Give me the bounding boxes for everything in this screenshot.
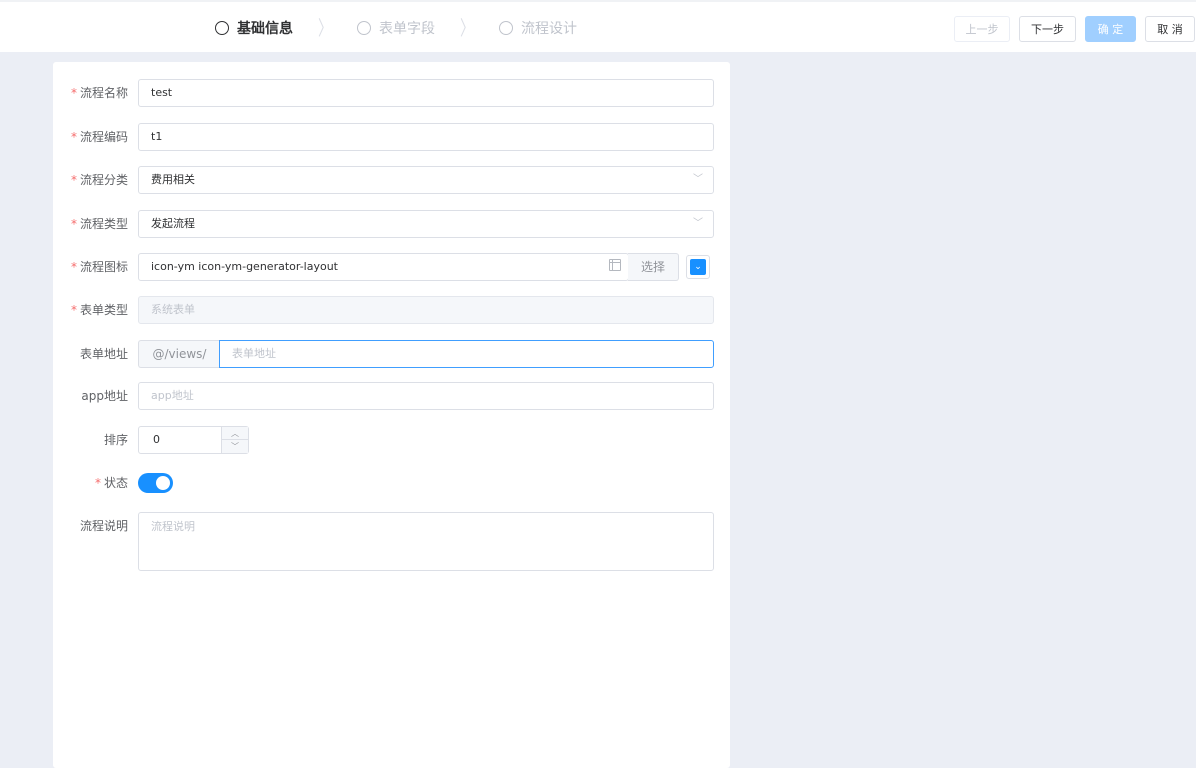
address-prefix: @/views/ — [138, 340, 220, 368]
sort-stepper[interactable]: 0 ︿ ﹀ — [138, 426, 249, 454]
form-panel: * 流程名称 test * 流程编码 t1 * 流程分类 费用相关 ﹀ * 流程类型 发… — [53, 62, 730, 768]
color-picker[interactable]: ⌄ — [686, 255, 710, 279]
top-toolbar: 基础信息 〉 表单字段 〉 流程设计 上一步 下一步 确 定 取 消 — [0, 0, 1196, 52]
steps-indicator: 基础信息 〉 表单字段 〉 流程设计 — [215, 17, 577, 39]
step-label: 流程设计 — [521, 21, 577, 37]
required-marker: * — [70, 217, 77, 231]
required-marker: * — [70, 173, 77, 187]
increase-icon[interactable]: ︿ — [222, 427, 248, 440]
app-address-input[interactable]: app地址 — [138, 382, 714, 410]
form-row-form-address: 表单地址 @/views/ 表单地址 — [53, 340, 730, 368]
field-label: * 流程图标 — [70, 260, 128, 274]
icon-picker-icon — [609, 259, 621, 271]
field-label: * 流程分类 — [70, 173, 128, 187]
form-row-description: 流程说明 流程说明 — [53, 512, 730, 571]
flow-type-select[interactable]: 发起流程 ﹀ — [138, 210, 714, 238]
form-row-sort: 排序 0 ︿ ﹀ — [53, 426, 730, 454]
description-textarea[interactable]: 流程说明 — [138, 512, 714, 571]
stepper-controls: ︿ ﹀ — [221, 427, 248, 453]
flow-icon-input[interactable]: icon-ym icon-ym-generator-layout — [138, 253, 629, 281]
required-marker: * — [70, 260, 77, 274]
form-row-type: * 流程类型 发起流程 ﹀ — [53, 210, 730, 238]
toggle-knob — [156, 476, 170, 490]
form-row-name: * 流程名称 test — [53, 79, 730, 107]
field-label: 排序 — [103, 433, 128, 447]
field-label: 表单地址 — [79, 347, 128, 361]
step-label: 基础信息 — [237, 21, 293, 37]
form-row-form-type: * 表单类型 系统表单 — [53, 296, 730, 324]
step-label: 表单字段 — [379, 21, 435, 37]
confirm-button[interactable]: 确 定 — [1085, 16, 1136, 42]
step-circle-icon — [357, 21, 371, 35]
step-flow-design[interactable]: 流程设计 — [499, 18, 577, 38]
select-value: 费用相关 — [151, 173, 195, 186]
prev-step-button[interactable]: 上一步 — [954, 16, 1010, 42]
form-row-category: * 流程分类 费用相关 ﹀ — [53, 166, 730, 194]
stepper-value: 0 — [153, 433, 160, 446]
field-label: * 表单类型 — [70, 303, 128, 317]
flow-name-input[interactable]: test — [138, 79, 714, 107]
decrease-icon[interactable]: ﹀ — [222, 440, 248, 453]
form-row-code: * 流程编码 t1 — [53, 123, 730, 151]
chevron-right-icon: 〉 — [318, 16, 332, 40]
form-row-icon: * 流程图标 icon-ym icon-ym-generator-layout 选… — [53, 253, 730, 281]
form-address-input[interactable]: 表单地址 — [219, 340, 714, 368]
form-type-input: 系统表单 — [138, 296, 714, 324]
chevron-right-icon: 〉 — [460, 16, 474, 40]
flow-code-input[interactable]: t1 — [138, 123, 714, 151]
step-form-fields[interactable]: 表单字段 — [357, 18, 435, 38]
step-circle-icon — [215, 21, 229, 35]
field-label: app地址 — [81, 389, 128, 403]
select-value: 发起流程 — [151, 217, 195, 230]
step-basic-info[interactable]: 基础信息 — [215, 18, 293, 38]
form-row-app-address: app地址 app地址 — [53, 382, 730, 410]
chevron-down-icon: ﹀ — [693, 218, 703, 229]
field-label: * 流程类型 — [70, 217, 128, 231]
status-toggle[interactable] — [138, 473, 173, 493]
required-marker: * — [94, 476, 101, 490]
required-marker: * — [70, 303, 77, 317]
next-step-button[interactable]: 下一步 — [1019, 16, 1076, 42]
icon-select-button[interactable]: 选择 — [628, 253, 679, 281]
field-label: * 流程名称 — [70, 86, 128, 100]
flow-category-select[interactable]: 费用相关 ﹀ — [138, 166, 714, 194]
field-label: * 状态 — [94, 476, 128, 490]
step-circle-icon — [499, 21, 513, 35]
chevron-down-icon: ﹀ — [693, 174, 703, 185]
field-label: * 流程编码 — [70, 130, 128, 144]
chevron-down-icon: ⌄ — [690, 259, 706, 275]
required-marker: * — [70, 86, 77, 100]
field-label: 流程说明 — [79, 519, 128, 533]
required-marker: * — [70, 130, 77, 144]
cancel-button[interactable]: 取 消 — [1145, 16, 1195, 42]
form-row-status: * 状态 — [53, 469, 730, 497]
